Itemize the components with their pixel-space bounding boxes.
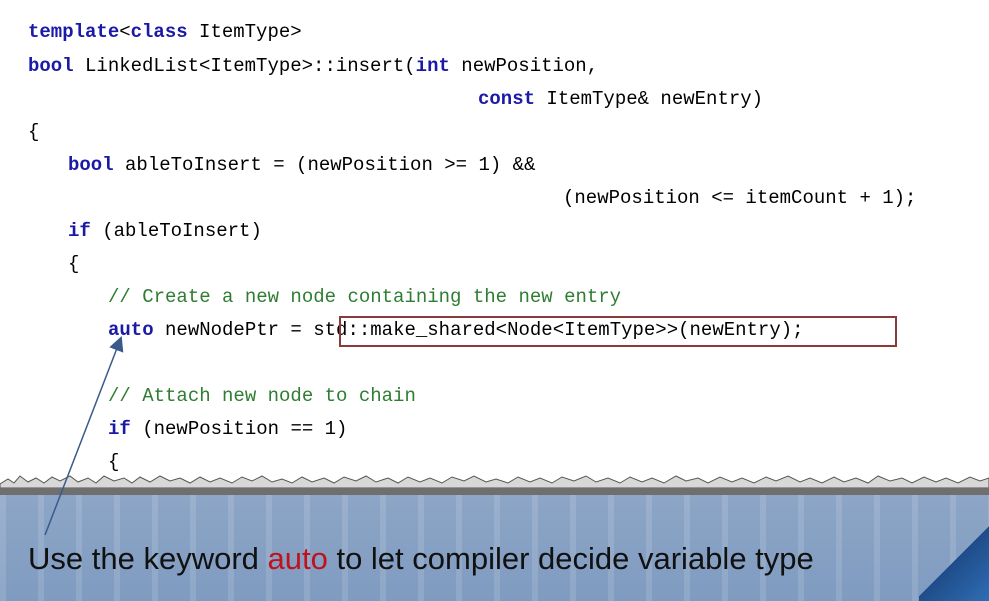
code-line-7: if (ableToInsert) (68, 220, 262, 242)
code-text: (newPosition <= itemCount + 1); (563, 187, 917, 209)
code-text: ableToInsert = (newPosition >= 1) && (113, 154, 536, 176)
caption-text: to let compiler decide variable type (327, 541, 814, 576)
code-line-4: { (28, 121, 39, 143)
code-text: (ableToInsert) (90, 220, 262, 242)
code-text: < (119, 21, 131, 43)
code-line-3: const ItemType& newEntry) (478, 88, 763, 110)
corner-decoration (919, 521, 989, 601)
code-line-1: template<class ItemType> (28, 21, 302, 43)
code-line-8: { (68, 253, 79, 275)
code-text: { (28, 121, 40, 143)
code-text: { (68, 253, 80, 275)
code-keyword: if (108, 418, 131, 440)
code-text: newPosition, (449, 55, 599, 77)
code-text: newNodePtr = (153, 319, 314, 341)
code-keyword: int (415, 55, 450, 77)
code-text: (newPosition == 1) (130, 418, 348, 440)
code-keyword: class (130, 21, 188, 43)
code-panel: template<class ItemType> bool LinkedList… (0, 0, 989, 495)
caption-text: Use the keyword (28, 541, 268, 576)
torn-edge (0, 475, 989, 488)
code-keyword: if (68, 220, 91, 242)
code-line-12: if (newPosition == 1) (108, 418, 347, 440)
comment-text: // Create a new node containing the new … (108, 286, 622, 308)
code-text: ItemType> (187, 21, 302, 43)
code-text: LinkedList<ItemType>::insert( (73, 55, 416, 77)
code-line-5: bool ableToInsert = (newPosition >= 1) &… (68, 154, 535, 176)
code-comment-1: // Create a new node containing the new … (108, 286, 621, 308)
code-line-6: (newPosition <= itemCount + 1); (563, 187, 916, 209)
code-line-2: bool LinkedList<ItemType>::insert(int ne… (28, 55, 598, 77)
code-text: ItemType& newEntry) (535, 88, 764, 110)
code-keyword: bool (28, 55, 74, 77)
caption: Use the keyword auto to let compiler dec… (28, 541, 814, 577)
highlight-box (339, 316, 897, 347)
code-comment-2: // Attach new node to chain (108, 385, 416, 407)
auto-keyword: auto (108, 319, 154, 341)
code-keyword: bool (68, 154, 114, 176)
comment-text: // Attach new node to chain (108, 385, 416, 407)
caption-keyword: auto (267, 541, 328, 576)
code-keyword: template (28, 21, 120, 43)
code-keyword: const (478, 88, 536, 110)
